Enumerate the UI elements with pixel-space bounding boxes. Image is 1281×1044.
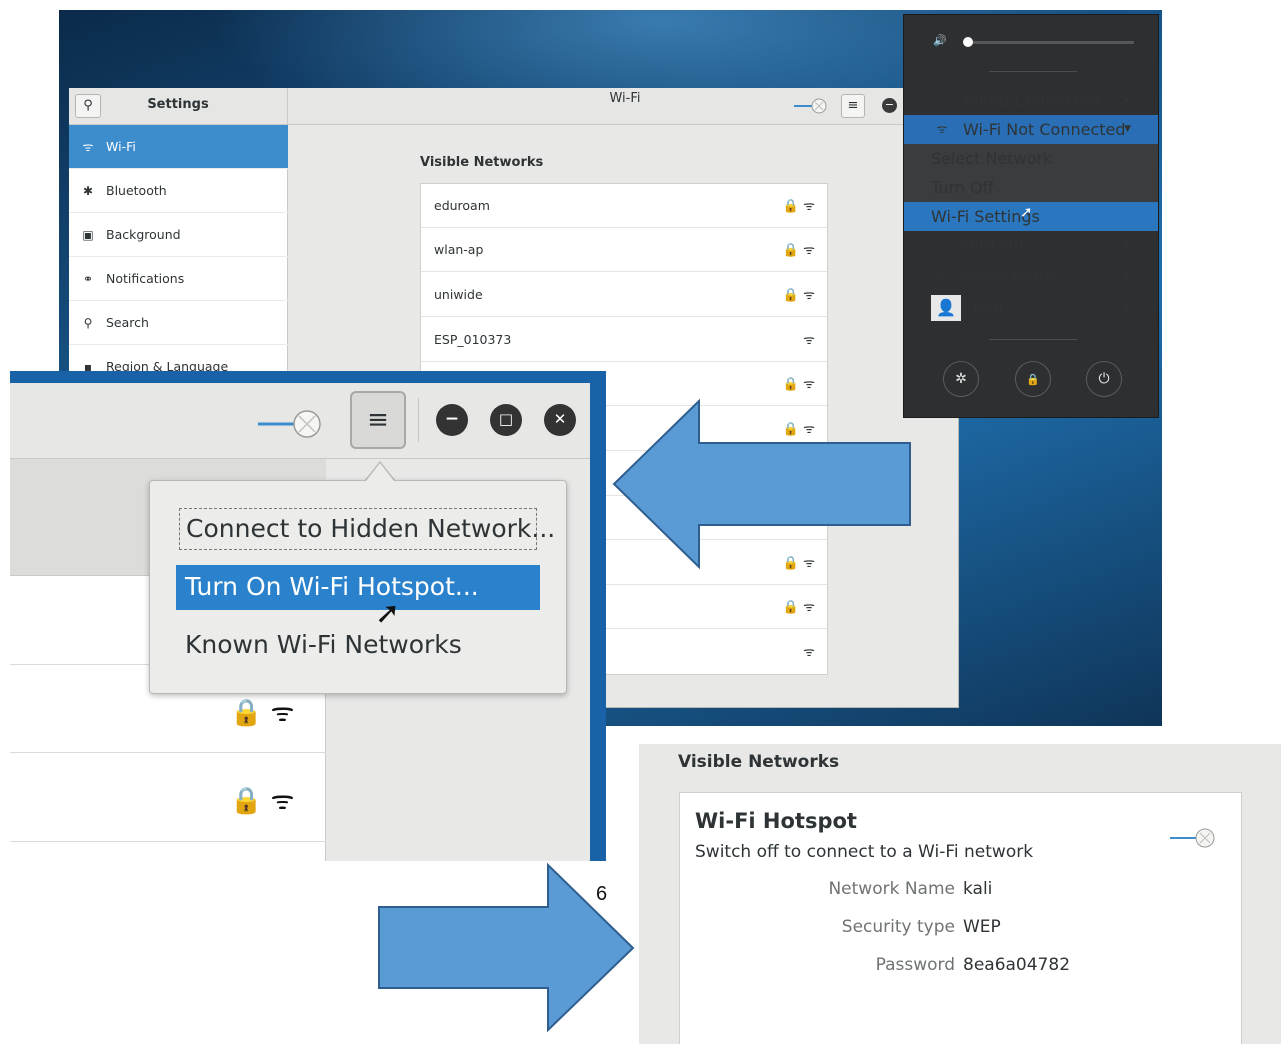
hotspot-switch[interactable] xyxy=(1170,826,1220,850)
close-icon: ✕ xyxy=(553,410,567,428)
network-name: uniwide xyxy=(434,287,483,302)
wifi-icon: ᯤ xyxy=(936,122,948,136)
network-name: ESP_010373 xyxy=(434,332,512,347)
wifi-icon: ᯤ xyxy=(82,140,94,154)
network-row[interactable]: ESP_010373 ᯤ xyxy=(421,318,827,362)
power-icon: ⏻ xyxy=(1098,371,1110,387)
settings-sidebar: ᯤ Wi-Fi ✱ Bluetooth ▣ Background ⚭ Notificat… xyxy=(69,125,288,389)
maximize-button[interactable]: □ xyxy=(490,404,522,436)
sidebar-item-background[interactable]: ▣ Background xyxy=(69,213,288,257)
menu-button-zoomed[interactable]: ≡ xyxy=(350,391,406,449)
popover-arrow-inner xyxy=(366,463,394,481)
wifi-icon: ᯤ xyxy=(803,645,815,660)
bluetooth-icon: ✱ xyxy=(82,184,94,198)
chevron-right-icon: ▶ xyxy=(1124,95,1131,105)
chevron-right-icon: ▶ xyxy=(1124,302,1131,312)
row-divider xyxy=(10,841,326,842)
wifi-toggle-zoomed[interactable] xyxy=(258,408,326,440)
volume-slider[interactable] xyxy=(965,41,1134,44)
lock-wifi-icon: 🔒 ᯤ xyxy=(782,199,815,214)
network-row[interactable]: uniwide 🔒 ᯤ xyxy=(421,273,827,317)
network-name-value: kali xyxy=(963,879,993,899)
right-arrow-annotation xyxy=(378,862,635,1033)
power-button[interactable]: ⏻ xyxy=(1086,361,1122,397)
cursor-icon: ➚ xyxy=(375,596,401,631)
menu-item-user[interactable]: root ▶ xyxy=(904,293,1158,322)
left-arrow-annotation xyxy=(612,398,911,570)
menu-item-select-network[interactable]: Select Network xyxy=(904,144,1158,173)
visible-networks-title: Visible Networks xyxy=(678,752,840,772)
sidebar-item-notifications[interactable]: ⚭ Notifications xyxy=(69,257,288,301)
visible-networks-title: Visible Networks xyxy=(420,155,544,170)
menu-separator xyxy=(989,339,1077,340)
minimize-icon: − xyxy=(444,409,460,429)
wifi-icon: ᯤ xyxy=(803,333,815,348)
hotspot-title: Wi-Fi Hotspot xyxy=(695,809,857,833)
lock-icon: 🔒 xyxy=(1026,373,1040,386)
network-name: eduroam xyxy=(434,198,490,213)
panel-title: Wi-Fi xyxy=(609,91,641,106)
sidebar-item-bluetooth[interactable]: ✱ Bluetooth xyxy=(69,169,288,213)
network-row[interactable]: eduroam 🔒 ᯤ xyxy=(421,184,827,228)
password-value: 8ea6a04782 xyxy=(963,955,1071,975)
menu-item-vpn[interactable]: ✐ VPN Off ▶ xyxy=(904,231,1158,260)
menu-item-proxy[interactable]: ⚙ Proxy None ▶ xyxy=(904,261,1158,290)
security-type-label: Security type xyxy=(841,917,955,937)
lock-wifi-icon: 🔒 ᯤ xyxy=(782,288,815,303)
hamburger-icon: ≡ xyxy=(367,405,389,435)
hotspot-subtitle: Switch off to connect to a Wi-Fi network xyxy=(695,842,1034,862)
volume-slider-handle[interactable] xyxy=(963,37,973,47)
wifi-toggle[interactable] xyxy=(794,96,828,116)
settings-icon: ✲ xyxy=(955,371,967,387)
notifications-icon: ⚭ xyxy=(82,272,94,286)
minimize-button[interactable]: − xyxy=(882,98,897,113)
cursor-icon: ➚ xyxy=(1020,203,1033,221)
network-name: wlan-ap xyxy=(434,242,484,257)
close-button[interactable]: ✕ xyxy=(544,404,576,436)
lock-wifi-icon: 🔒 ᯤ xyxy=(782,600,815,615)
chevron-down-icon: ▼ xyxy=(1124,124,1131,134)
header-separator xyxy=(418,398,419,442)
lock-wifi-icon: 🔒 ᯤ xyxy=(230,786,295,816)
row-divider xyxy=(10,752,326,753)
settings-title: Settings xyxy=(147,97,209,112)
turn-on-hotspot-item[interactable]: Turn On Wi-Fi Hotspot... xyxy=(176,565,540,610)
minimize-button[interactable]: − xyxy=(436,404,468,436)
lock-wifi-icon: 🔒 ᯤ xyxy=(782,377,815,392)
menu-separator xyxy=(989,71,1077,72)
settings-button[interactable]: ✲ xyxy=(943,361,979,397)
volume-icon: 🔊 xyxy=(933,34,947,47)
connect-hidden-network-item[interactable]: Connect to Hidden Network... xyxy=(179,508,555,550)
lock-button[interactable]: 🔒 xyxy=(1015,361,1051,397)
lock-wifi-icon: 🔒 ᯤ xyxy=(782,243,815,258)
wired-icon: ✐ xyxy=(936,93,948,107)
hamburger-icon: ≡ xyxy=(847,98,859,113)
lock-wifi-icon: 🔒 ᯤ xyxy=(230,698,295,728)
sidebar-item-search[interactable]: ⚲ Search xyxy=(69,301,288,345)
chevron-right-icon: ▶ xyxy=(1124,270,1131,280)
network-row[interactable]: wlan-ap 🔒 ᯤ xyxy=(421,228,827,272)
menu-item-wired[interactable]: ✐ Wired Connected ▶ xyxy=(904,86,1158,115)
search-icon: ⚲ xyxy=(83,98,93,113)
network-name-label: Network Name xyxy=(828,879,955,899)
search-icon: ⚲ xyxy=(83,316,93,330)
menu-item-wifi-settings[interactable]: Wi-Fi Settings ➚ xyxy=(904,202,1158,231)
menu-button[interactable]: ≡ xyxy=(841,94,865,118)
menu-item-wifi[interactable]: ᯤ Wi-Fi Not Connected ▼ xyxy=(904,115,1158,144)
known-networks-item[interactable]: Known Wi-Fi Networks xyxy=(185,628,462,662)
vpn-icon: ✐ xyxy=(936,238,948,252)
sidebar-item-wifi[interactable]: ᯤ Wi-Fi xyxy=(69,125,288,169)
search-button[interactable]: ⚲ xyxy=(75,94,101,118)
password-label: Password xyxy=(875,955,955,975)
background-icon: ▣ xyxy=(82,228,94,242)
proxy-icon: ⚙ xyxy=(936,268,948,282)
chevron-right-icon: ▶ xyxy=(1124,240,1131,250)
maximize-icon: □ xyxy=(498,410,514,428)
security-type-value: WEP xyxy=(963,917,1001,937)
